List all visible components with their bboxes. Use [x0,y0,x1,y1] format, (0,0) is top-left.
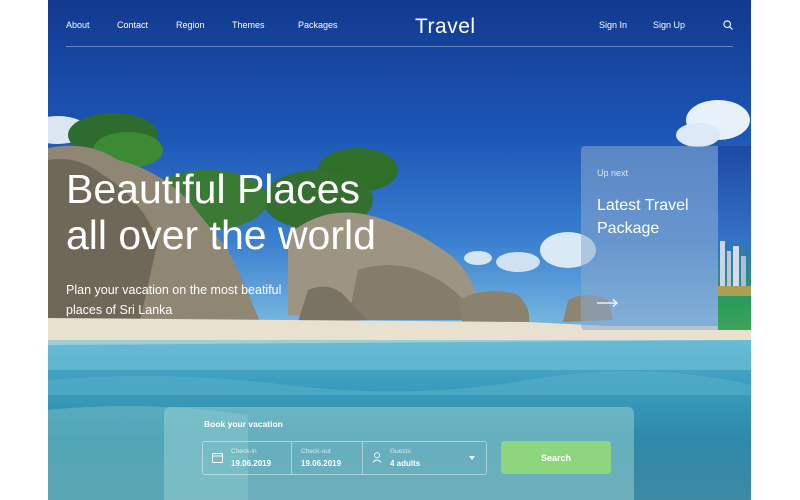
up-next-title: Latest Travel Package [597,197,689,237]
top-navigation: About Contact Region Themes Packages Tra… [48,0,751,47]
search-icon[interactable] [723,20,733,30]
check-in-field[interactable]: Check-in 19.06.2019 [203,442,291,474]
headline-line-1: Beautiful Places [66,166,361,212]
check-out-value: 19.06.2019 [301,459,342,468]
city-skyline-image [718,241,751,296]
booking-title: Book your vacation [204,419,283,429]
guests-label: Guests [390,448,411,455]
booking-panel: Book your vacation Check-in 19.06.2019 C… [164,407,634,500]
guests-select[interactable]: Guests 4 adults [363,442,486,474]
check-in-label: Check-in [231,448,257,455]
nav-link-region[interactable]: Region [176,20,205,30]
check-out-field[interactable]: Check-out 19.06.2019 [292,442,362,474]
hero-section: About Contact Region Themes Packages Tra… [48,0,751,500]
booking-fields: Check-in 19.06.2019 Check-out 19.06.2019… [202,441,487,475]
brand-logo[interactable]: Travel [415,15,476,39]
nav-link-contact[interactable]: Contact [117,20,148,30]
user-icon [372,452,382,463]
nav-link-packages[interactable]: Packages [298,20,338,30]
nav-link-about[interactable]: About [66,20,90,30]
check-in-value: 19.06.2019 [231,459,272,468]
sign-up-link[interactable]: Sign Up [653,20,685,30]
next-package-preview-image[interactable] [718,146,751,330]
check-out-label: Check-out [301,448,331,455]
nav-link-themes[interactable]: Themes [232,20,265,30]
calendar-icon [212,453,223,463]
up-next-card[interactable]: Up next Latest Travel Package [581,146,718,330]
chevron-down-icon[interactable] [469,456,475,460]
up-next-label: Up next [597,168,629,178]
search-button[interactable]: Search [501,441,611,474]
guests-value: 4 adults [390,459,421,468]
hero-subline: Plan your vacation on the most beatiful … [66,283,282,317]
headline-line-2: all over the world [66,212,376,258]
arrow-right-icon[interactable] [597,298,619,308]
sign-in-link[interactable]: Sign In [599,20,627,30]
hero-headline: Beautiful Places all over the world [66,166,446,258]
nav-divider [66,46,733,47]
